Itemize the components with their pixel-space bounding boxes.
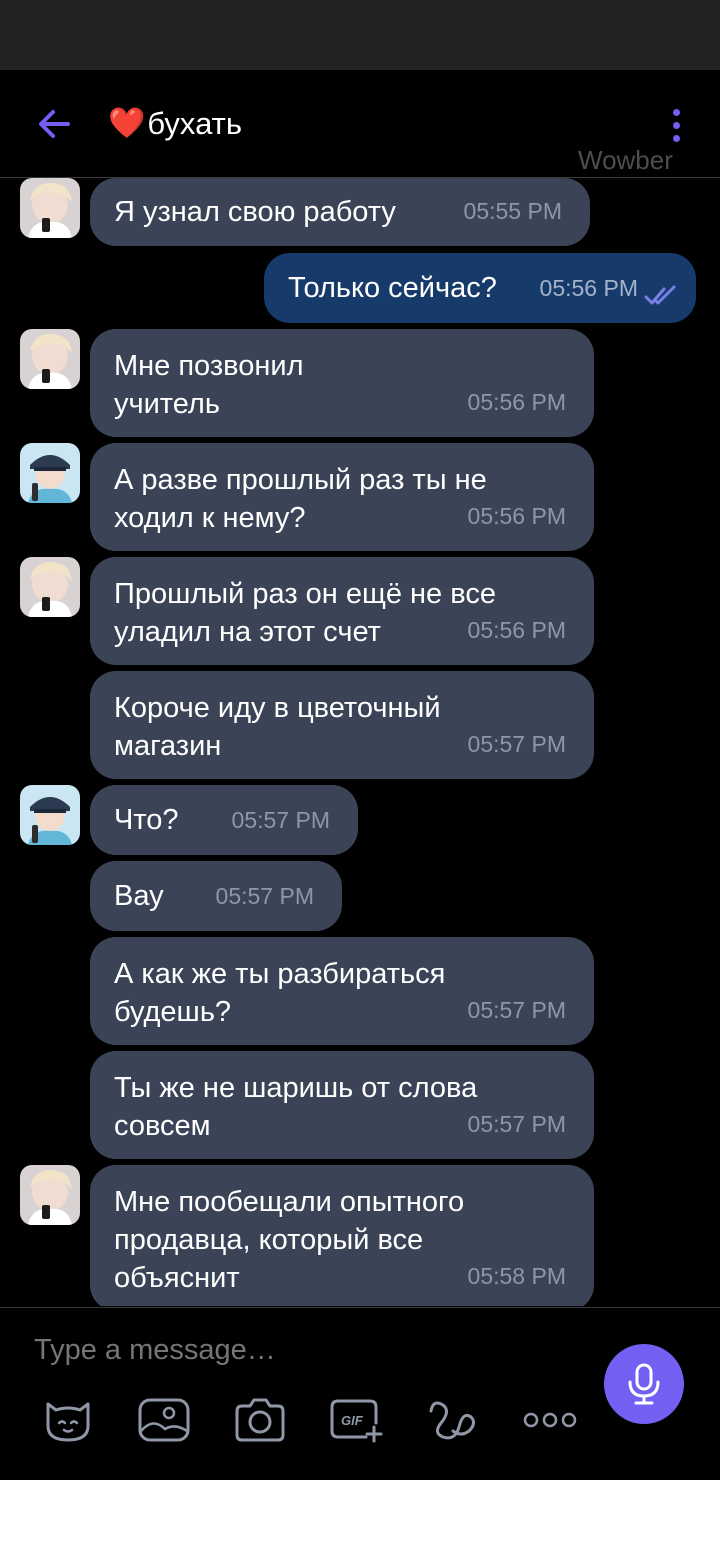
svg-text:GIF: GIF [341, 1413, 364, 1428]
more-options-button[interactable] [654, 100, 698, 150]
heart-emoji: ❤️ [108, 107, 146, 140]
chat-header: ❤️ бухать Wowber [0, 70, 720, 178]
back-button[interactable] [28, 98, 80, 150]
avatar-blonde-image [20, 178, 80, 238]
message-composer: GIF [0, 1307, 720, 1480]
message-list[interactable]: Я узнал свою работу 05:55 PM Только сейч… [0, 178, 720, 1306]
microphone-icon [628, 1363, 660, 1405]
status-bar [0, 0, 720, 70]
message-bubble[interactable]: А разве прошлый раз ты не ходил к нему? … [90, 443, 594, 551]
more-horizontal-icon [523, 1412, 577, 1428]
message-bubble[interactable]: Ты же не шаришь от слова совсем 05:57 PM [90, 1051, 594, 1159]
gif-button[interactable]: GIF [328, 1392, 384, 1448]
avatar[interactable] [20, 557, 80, 617]
message-text: А разве прошлый раз ты не ходил к нему? [114, 464, 487, 534]
message-text: Мне позвонил учитель [114, 350, 304, 420]
message-text: Вау [114, 880, 164, 912]
doodle-button[interactable] [424, 1392, 480, 1448]
gallery-icon [138, 1398, 190, 1442]
message-text: Мне пообещали опытного продавца, который… [114, 1186, 465, 1294]
message-text: Короче иду в цветочный магазин [114, 692, 441, 762]
doodle-icon [429, 1401, 476, 1440]
message-bubble[interactable]: Короче иду в цветочный магазин 05:57 PM [90, 671, 594, 779]
message-time: 05:57 PM [467, 997, 566, 1023]
message-input[interactable] [34, 1328, 574, 1372]
avatar[interactable] [20, 443, 80, 503]
message-bubble[interactable]: А как же ты разбираться будешь? 05:57 PM [90, 937, 594, 1045]
chat-screen: ❤️ бухать Wowber Я узнал свою работу 05:… [0, 70, 720, 1480]
voice-message-button[interactable] [604, 1344, 684, 1424]
message-time: 05:57 PM [467, 731, 566, 757]
message-text: Только сейчас? [288, 272, 497, 304]
message-time: 05:56 PM [467, 503, 566, 529]
navigation-bar [0, 1480, 720, 1560]
message-time: 05:56 PM [467, 617, 566, 643]
chat-title-text: бухать [147, 106, 242, 141]
message-text: А как же ты разбираться будешь? [114, 958, 446, 1028]
message-time: 05:56 PM [467, 389, 566, 415]
message-bubble[interactable]: Мне пообещали опытного продавца, который… [90, 1165, 594, 1306]
message-bubble-outgoing[interactable]: Только сейчас? 05:56 PM [264, 253, 696, 323]
gif-icon: GIF [330, 1399, 383, 1443]
message-time: 05:58 PM [467, 1263, 566, 1289]
message-bubble[interactable]: Мне позвонил учитель 05:56 PM [90, 329, 594, 437]
avatar[interactable] [20, 1165, 80, 1225]
message-time: 05:57 PM [215, 883, 314, 909]
message-time: 05:57 PM [467, 1111, 566, 1137]
avatar[interactable] [20, 785, 80, 845]
avatar-blonde-image [20, 329, 80, 389]
read-checkmarks-icon [644, 285, 676, 305]
sticker-icon [46, 1402, 90, 1442]
message-time: 05:56 PM [539, 275, 638, 301]
more-tools-button[interactable] [522, 1392, 578, 1448]
message-text: Что? [114, 804, 179, 836]
watermark: Wowber [578, 145, 673, 175]
avatar-cap-image [20, 785, 80, 845]
avatar[interactable] [20, 178, 80, 238]
avatar-blonde-image [20, 1165, 80, 1225]
camera-button[interactable] [232, 1392, 288, 1448]
chat-title[interactable]: ❤️ бухать [108, 104, 242, 144]
avatar-cap-image [20, 443, 80, 503]
message-time: 05:57 PM [231, 807, 330, 833]
avatar-blonde-image [20, 557, 80, 617]
message-text: Я узнал свою работу [114, 196, 396, 228]
message-text: Прошлый раз он ещё не все уладил на этот… [114, 578, 496, 648]
avatar[interactable] [20, 329, 80, 389]
message-bubble[interactable]: Вау 05:57 PM [90, 861, 342, 931]
arrow-left-icon [39, 110, 70, 138]
message-text: Ты же не шаришь от слова совсем [114, 1072, 478, 1142]
camera-icon [235, 1398, 285, 1442]
gallery-button[interactable] [136, 1392, 192, 1448]
message-bubble[interactable]: Я узнал свою работу 05:55 PM [90, 178, 590, 246]
more-vertical-icon [672, 108, 680, 116]
sticker-button[interactable] [40, 1392, 96, 1448]
message-bubble[interactable]: Что? 05:57 PM [90, 785, 358, 855]
message-time: 05:55 PM [463, 198, 562, 224]
message-bubble[interactable]: Прошлый раз он ещё не все уладил на этот… [90, 557, 594, 665]
